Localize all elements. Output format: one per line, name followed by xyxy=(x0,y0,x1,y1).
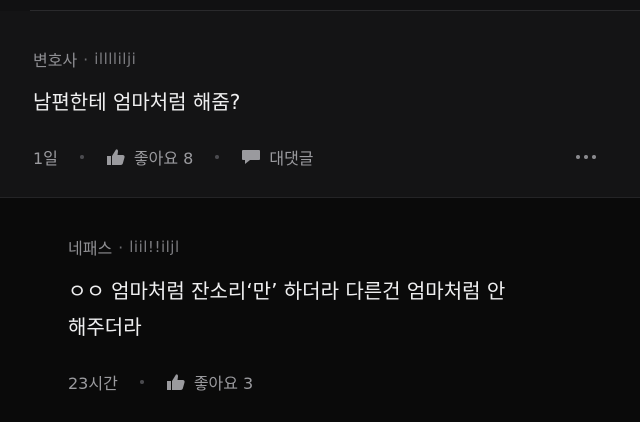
comment-text: 남편한테 엄마처럼 해줌? xyxy=(33,90,241,114)
reply-like-label: 좋아요 3 xyxy=(193,374,254,393)
comment-author[interactable]: 변호사 xyxy=(33,47,77,71)
meta-separator: · xyxy=(118,237,124,257)
meta-separator: · xyxy=(83,49,89,69)
comment-time: 1일 xyxy=(33,149,58,168)
reply-text-line-1: ㅇㅇ 엄마처럼 잔소리‘만’ 하더라 다른건 엄마처럼 안 xyxy=(68,279,506,303)
reply-handle: liil!!iljl xyxy=(129,238,180,256)
reply-text: ㅇㅇ 엄마처럼 잔소리‘만’ 하더라 다른건 엄마처럼 안 해주더라 xyxy=(68,273,505,345)
comment-actions: 1일 좋아요 8 대댓글 xyxy=(33,145,314,169)
speech-bubble-icon xyxy=(241,148,261,166)
reply-meta: 네패스 · liil!!iljl xyxy=(68,235,180,259)
reply-text-line-2: 해주더라 xyxy=(68,315,142,339)
reply-like-button[interactable]: 좋아요 3 xyxy=(166,370,253,394)
thumbs-up-icon xyxy=(106,148,126,166)
reply-button[interactable]: 대댓글 xyxy=(241,145,314,169)
reply-card: 네패스 · liil!!iljl ㅇㅇ 엄마처럼 잔소리‘만’ 하더라 다른건 … xyxy=(0,197,640,422)
like-button[interactable]: 좋아요 8 xyxy=(106,145,193,169)
more-options-button[interactable] xyxy=(576,155,596,159)
more-horizontal-icon xyxy=(576,155,580,159)
thumbs-up-icon xyxy=(166,373,186,391)
comment-card: 변호사 · illllilji 남편한테 엄마처럼 해줌? 1일 좋아요 8 대… xyxy=(0,11,640,197)
comment-handle: illllilji xyxy=(94,50,137,68)
reply-author[interactable]: 네패스 xyxy=(68,235,112,259)
comment-meta: 변호사 · illllilji xyxy=(33,47,136,71)
reply-actions: 23시간 좋아요 3 xyxy=(68,370,253,394)
reply-time: 23시간 xyxy=(68,374,118,393)
more-horizontal-icon xyxy=(592,155,596,159)
reply-label: 대댓글 xyxy=(269,149,314,168)
action-separator xyxy=(215,155,220,159)
like-label: 좋아요 8 xyxy=(133,149,194,168)
more-horizontal-icon xyxy=(584,155,588,159)
action-separator xyxy=(79,155,84,159)
action-separator xyxy=(139,380,144,384)
